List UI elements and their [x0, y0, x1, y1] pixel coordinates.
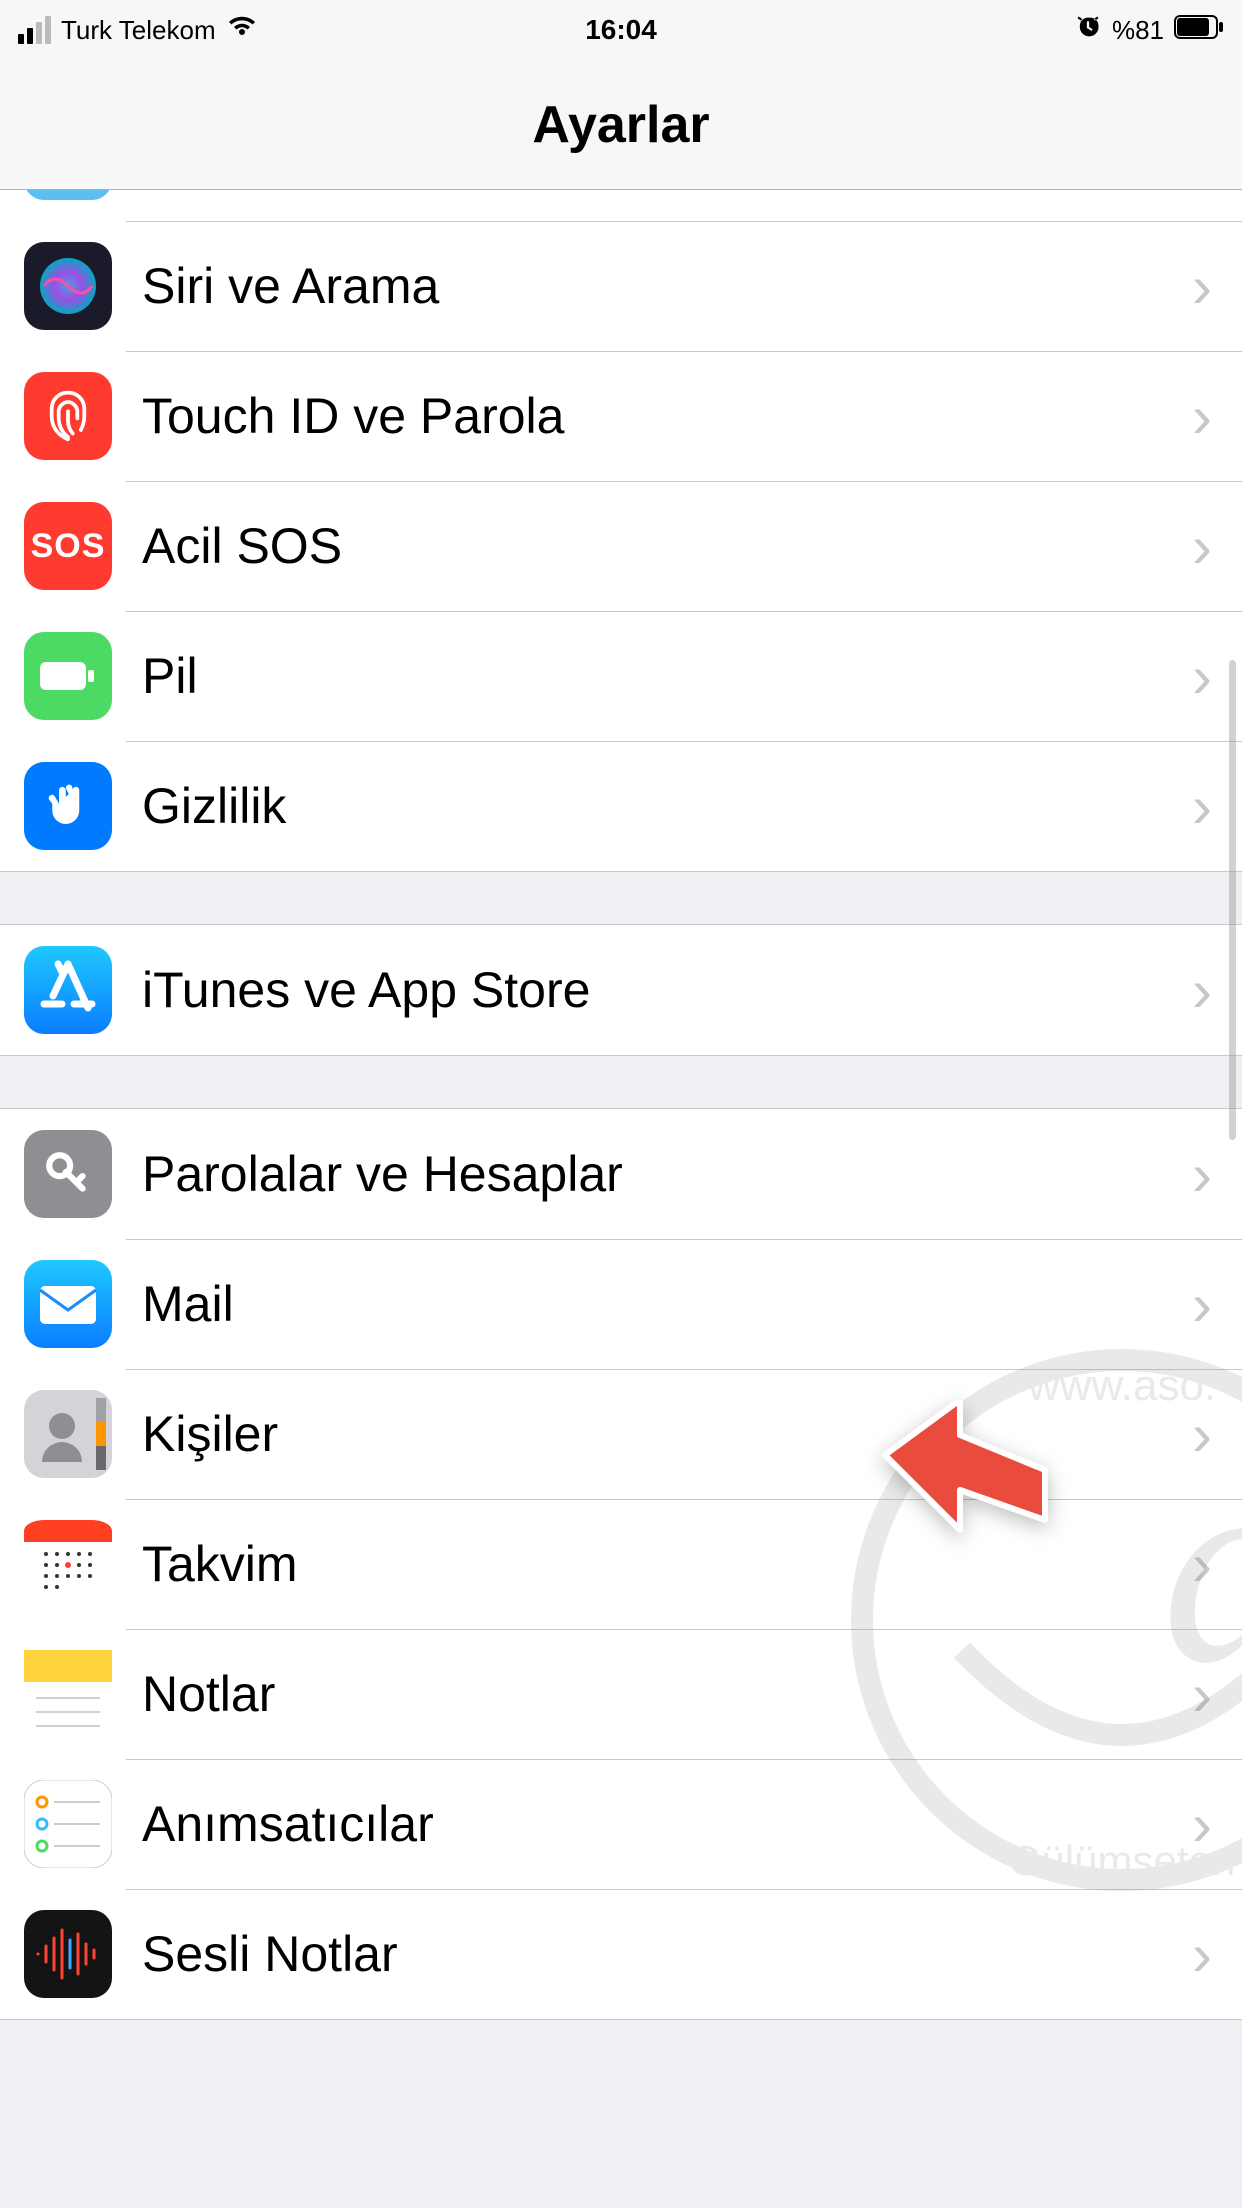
chevron-right-icon: ›: [1192, 1270, 1242, 1339]
chevron-right-icon: ›: [1192, 382, 1242, 451]
row-label: Takvim: [112, 1535, 1192, 1593]
carrier-label: Turk Telekom: [61, 15, 216, 46]
row-label: Mail: [112, 1275, 1192, 1333]
row-label: Gizlilik: [112, 777, 1192, 835]
settings-row-siri[interactable]: Siri ve Arama›: [0, 221, 1242, 351]
siri-icon: [24, 242, 112, 330]
chevron-right-icon: ›: [1192, 1790, 1242, 1859]
settings-row-passwords[interactable]: Parolalar ve Hesaplar›: [0, 1109, 1242, 1239]
chevron-right-icon: ›: [1192, 252, 1242, 321]
key-icon: [24, 1130, 112, 1218]
contacts-icon: [24, 1390, 112, 1478]
row-label: iTunes ve App Store: [112, 961, 1192, 1019]
settings-row-mail[interactable]: Mail›: [0, 1239, 1242, 1369]
voicememos-icon: [24, 1910, 112, 1998]
settings-row-voicememos[interactable]: Sesli Notlar›: [0, 1889, 1242, 2019]
settings-row-touchid[interactable]: Touch ID ve Parola›: [0, 351, 1242, 481]
scrollbar[interactable]: [1229, 660, 1236, 1140]
row-label: Touch ID ve Parola: [112, 387, 1192, 445]
calendar-icon: [24, 1520, 112, 1608]
wallpaper-icon: [24, 190, 112, 200]
row-label: Anımsatıcılar: [112, 1795, 1192, 1853]
chevron-right-icon: ›: [1192, 1920, 1242, 1989]
row-label: Kişiler: [112, 1405, 1192, 1463]
status-bar: Turk Telekom 16:04 %81: [0, 0, 1242, 60]
settings-row-reminders[interactable]: Anımsatıcılar›: [0, 1759, 1242, 1889]
settings-row-privacy[interactable]: Gizlilik›: [0, 741, 1242, 871]
settings-row-sos[interactable]: SOSAcil SOS›: [0, 481, 1242, 611]
settings-row-notes[interactable]: Notlar›: [0, 1629, 1242, 1759]
nav-title: Ayarlar: [532, 95, 709, 155]
row-label: Parolalar ve Hesaplar: [112, 1145, 1192, 1203]
settings-row-calendar[interactable]: Takvim›: [0, 1499, 1242, 1629]
alarm-icon: [1074, 13, 1102, 48]
settings-row-contacts[interactable]: Kişiler›: [0, 1369, 1242, 1499]
signal-icon: [18, 16, 51, 44]
nav-bar: Ayarlar: [0, 60, 1242, 190]
status-time: 16:04: [585, 14, 657, 46]
chevron-right-icon: ›: [1192, 1400, 1242, 1469]
reminders-icon: [24, 1780, 112, 1868]
wifi-icon: [226, 15, 258, 46]
row-label: Notlar: [112, 1665, 1192, 1723]
battery-percent: %81: [1112, 15, 1164, 46]
chevron-right-icon: ›: [1192, 1660, 1242, 1729]
row-label: Siri ve Arama: [112, 257, 1192, 315]
status-right: %81: [1074, 13, 1224, 48]
notes-icon: [24, 1650, 112, 1738]
settings-row-itunes[interactable]: iTunes ve App Store›: [0, 925, 1242, 1055]
row-label: Pil: [112, 647, 1192, 705]
chevron-right-icon: ›: [1192, 1140, 1242, 1209]
mail-icon: [24, 1260, 112, 1348]
settings-row-wallpaper[interactable]: Duvar Kağıdı›: [0, 190, 1242, 221]
hand-icon: [24, 762, 112, 850]
settings-section: Parolalar ve Hesaplar›Mail›Kişiler›Takvi…: [0, 1108, 1242, 2020]
row-label: Sesli Notlar: [112, 1925, 1192, 1983]
content-scroll[interactable]: Duvar Kağıdı›Siri ve Arama›Touch ID ve P…: [0, 190, 1242, 2208]
chevron-right-icon: ›: [1192, 1530, 1242, 1599]
chevron-right-icon: ›: [1192, 190, 1242, 191]
settings-row-battery[interactable]: Pil›: [0, 611, 1242, 741]
sos-icon: SOS: [24, 502, 112, 590]
settings-section: Duvar Kağıdı›Siri ve Arama›Touch ID ve P…: [0, 190, 1242, 872]
battery-icon: [24, 632, 112, 720]
settings-section: iTunes ve App Store›: [0, 924, 1242, 1056]
row-label: Acil SOS: [112, 517, 1192, 575]
battery-icon: [1174, 15, 1224, 46]
fingerprint-icon: [24, 372, 112, 460]
status-left: Turk Telekom: [18, 15, 258, 46]
appstore-icon: [24, 946, 112, 1034]
chevron-right-icon: ›: [1192, 512, 1242, 581]
